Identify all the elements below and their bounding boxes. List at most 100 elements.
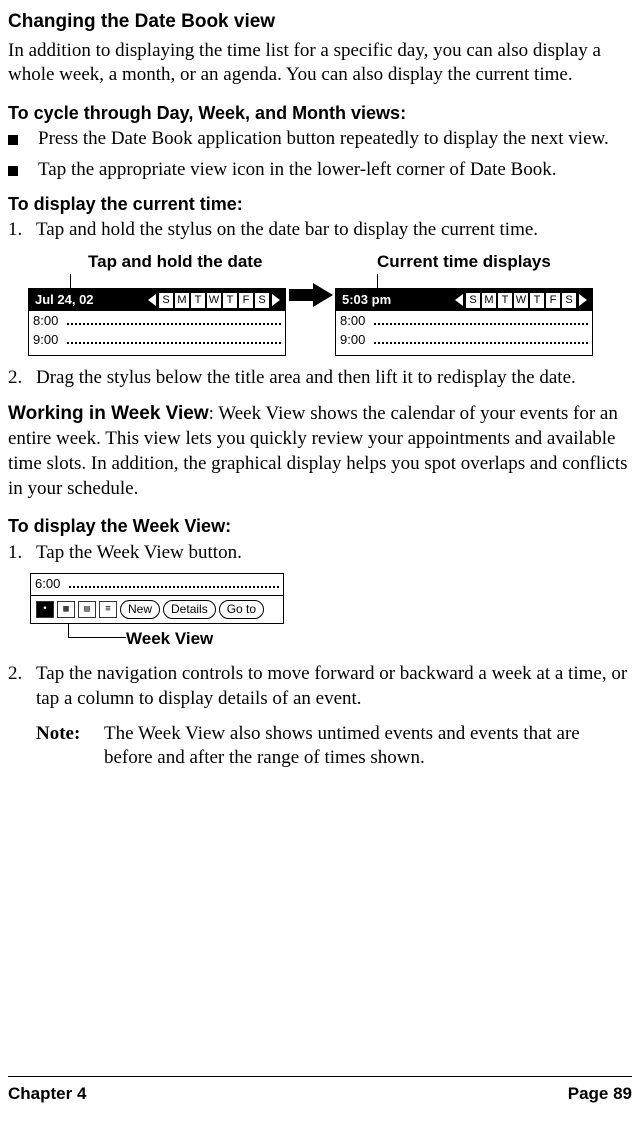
day-selector: S M T W T F S xyxy=(453,293,589,308)
day-cell: M xyxy=(175,293,189,308)
subheading-display-week-view: To display the Week View: xyxy=(8,515,632,538)
page-footer: Chapter 4 Page 89 xyxy=(8,1076,632,1105)
day-view-icon: • xyxy=(36,601,54,618)
subheading-cycle-views: To cycle through Day, Week, and Month vi… xyxy=(8,102,632,125)
datebook-title-bar: Jul 24, 02 S M T W T F S xyxy=(29,289,285,311)
day-cell: T xyxy=(191,293,205,308)
step-text: Tap the Week View button. xyxy=(30,541,632,566)
time-label: 8:00 xyxy=(33,313,67,330)
time-label: 6:00 xyxy=(35,576,69,593)
note-text: The Week View also shows untimed events … xyxy=(104,722,632,771)
day-cell: W xyxy=(207,293,221,308)
day-cell: S xyxy=(255,293,269,308)
day-cell: M xyxy=(482,293,496,308)
prev-arrow-icon xyxy=(148,294,156,306)
entry-line xyxy=(67,333,281,344)
list-item: 2. Tap the navigation controls to move f… xyxy=(8,662,632,711)
datebook-body: 8:00 9:00 xyxy=(336,311,592,355)
step-number: 1. xyxy=(8,541,30,566)
next-arrow-icon xyxy=(579,294,587,306)
day-cell: S xyxy=(159,293,173,308)
datebook-body: 8:00 9:00 xyxy=(29,311,285,355)
time-row: 8:00 xyxy=(33,313,281,330)
step-text: Tap the navigation controls to move forw… xyxy=(30,662,632,711)
step-number: 2. xyxy=(8,662,30,687)
day-cell: T xyxy=(498,293,512,308)
day-cell: S xyxy=(466,293,480,308)
bullet-text: Press the Date Book application button r… xyxy=(32,127,632,152)
transition-arrow-icon xyxy=(288,283,333,307)
time-display-diagram: Tap and hold the date Jul 24, 02 S M T W… xyxy=(28,251,632,356)
numbered-list: 1. Tap and hold the stylus on the date b… xyxy=(8,218,632,243)
callout-line xyxy=(68,624,126,638)
intro-paragraph: In addition to displaying the time list … xyxy=(8,39,632,88)
day-cell: S xyxy=(562,293,576,308)
list-item: Tap the appropriate view icon in the low… xyxy=(8,158,632,183)
numbered-list: 2. Drag the stylus below the title area … xyxy=(8,366,632,391)
day-cell: F xyxy=(239,293,253,308)
toolbar-lower: • ▦ ▤ ≡ New Details Go to xyxy=(30,595,284,624)
day-cell: W xyxy=(514,293,528,308)
time-label: 9:00 xyxy=(33,332,67,349)
step-number: 2. xyxy=(8,366,30,391)
datebook-title-bar: 5:03 pm S M T W T F S xyxy=(336,289,592,311)
callout-current-time-displays: Current time displays xyxy=(377,251,551,273)
list-item: Press the Date Book application button r… xyxy=(8,127,632,152)
bullet-icon xyxy=(8,166,18,176)
new-button: New xyxy=(120,600,160,619)
goto-button: Go to xyxy=(219,600,264,619)
callout-line xyxy=(377,274,378,288)
note-label: Note: xyxy=(36,722,104,771)
agenda-view-icon: ≡ xyxy=(99,601,117,618)
list-item: 1. Tap and hold the stylus on the date b… xyxy=(8,218,632,243)
day-cell: T xyxy=(530,293,544,308)
diagram-left-panel: Tap and hold the date Jul 24, 02 S M T W… xyxy=(28,251,286,356)
subheading-current-time: To display the current time: xyxy=(8,193,632,216)
list-item: 1. Tap the Week View button. xyxy=(8,541,632,566)
toolbar-upper: 6:00 xyxy=(30,573,284,595)
footer-page-number: Page 89 xyxy=(568,1083,632,1105)
toolbar-box: 6:00 • ▦ ▤ ≡ New Details Go to xyxy=(30,573,284,624)
time-row: 6:00 xyxy=(31,574,283,595)
bullet-list: Press the Date Book application button r… xyxy=(8,127,632,182)
bullet-icon xyxy=(8,135,18,145)
week-view-icon: ▦ xyxy=(57,601,75,618)
entry-line xyxy=(374,314,588,325)
day-cell: T xyxy=(223,293,237,308)
list-item: 2. Drag the stylus below the title area … xyxy=(8,366,632,391)
callout-week-view: Week View xyxy=(126,628,213,650)
week-view-paragraph: Working in Week View: Week View shows th… xyxy=(8,402,632,501)
diagram-right-panel: Current time displays 5:03 pm S M T W T … xyxy=(335,251,593,356)
next-arrow-icon xyxy=(272,294,280,306)
numbered-list: 2. Tap the navigation controls to move f… xyxy=(8,662,632,711)
step-text: Tap and hold the stylus on the date bar … xyxy=(30,218,632,243)
step-number: 1. xyxy=(8,218,30,243)
time-label: 5:03 pm xyxy=(339,292,394,309)
date-label: Jul 24, 02 xyxy=(32,292,97,309)
time-row: 8:00 xyxy=(340,313,588,330)
entry-line xyxy=(374,333,588,344)
time-label: 9:00 xyxy=(340,332,374,349)
time-row: 9:00 xyxy=(33,332,281,349)
callout-tap-hold-date: Tap and hold the date xyxy=(88,251,262,273)
section-heading: Changing the Date Book view xyxy=(8,10,632,35)
step-text: Drag the stylus below the title area and… xyxy=(30,366,632,391)
note-block: Note: The Week View also shows untimed e… xyxy=(36,722,632,771)
datebook-screen-after: 5:03 pm S M T W T F S 8:00 9:00 xyxy=(335,288,593,356)
week-view-toolbar-diagram: 6:00 • ▦ ▤ ≡ New Details Go to Week View xyxy=(30,573,632,650)
callout-wrap: Week View xyxy=(68,626,632,650)
details-button: Details xyxy=(163,600,216,619)
entry-line xyxy=(67,314,281,325)
numbered-list: 1. Tap the Week View button. xyxy=(8,541,632,566)
entry-line xyxy=(69,577,279,588)
callout-line xyxy=(70,274,71,288)
datebook-screen-before: Jul 24, 02 S M T W T F S 8:00 9:00 xyxy=(28,288,286,356)
time-row: 9:00 xyxy=(340,332,588,349)
day-selector: S M T W T F S xyxy=(146,293,282,308)
prev-arrow-icon xyxy=(455,294,463,306)
month-view-icon: ▤ xyxy=(78,601,96,618)
day-cell: F xyxy=(546,293,560,308)
footer-chapter: Chapter 4 xyxy=(8,1083,86,1105)
time-label: 8:00 xyxy=(340,313,374,330)
bullet-text: Tap the appropriate view icon in the low… xyxy=(32,158,632,183)
